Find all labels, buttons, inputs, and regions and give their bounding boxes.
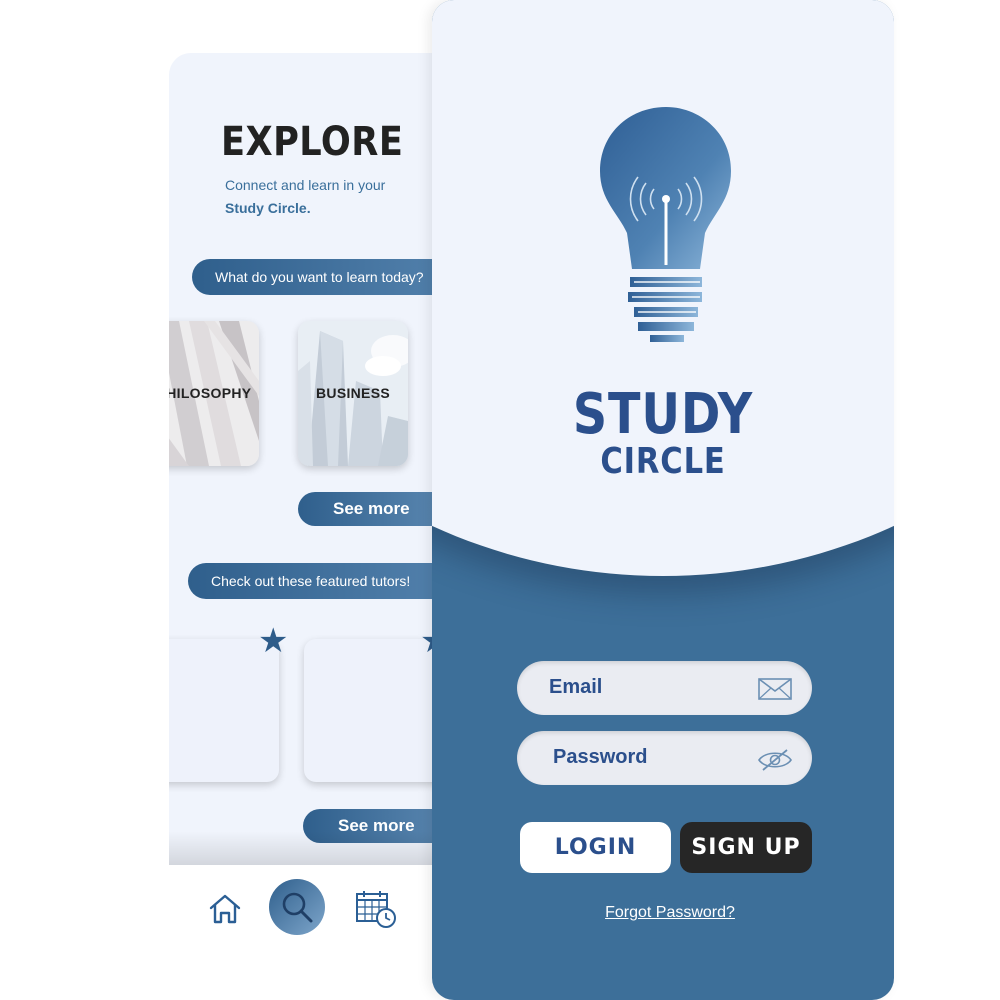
category-card-business[interactable]: BUSINESS: [298, 321, 408, 466]
login-screen: STUDY CIRCLE Email Password LOGIN SIGN U…: [432, 0, 894, 1000]
learn-prompt-text: What do you want to learn today?: [215, 269, 424, 285]
calendar-clock-icon[interactable]: [355, 889, 397, 929]
brand-subtitle: CIRCLE: [600, 441, 726, 482]
explore-subtitle-brand: Study Circle.: [225, 200, 311, 216]
search-icon: [282, 892, 313, 923]
explore-screen: EXPLORE Connect and learn in your Study …: [169, 53, 469, 1000]
password-placeholder: Password: [553, 746, 648, 768]
forgot-password-link[interactable]: Forgot Password?: [432, 904, 894, 922]
category-card-philosophy[interactable]: PHILOSOPHY: [169, 321, 259, 466]
email-placeholder: Email: [549, 676, 603, 698]
featured-tutors-banner: Check out these featured tutors!: [188, 563, 469, 599]
signup-button[interactable]: SIGN UP: [680, 822, 812, 873]
tutor-card[interactable]: [169, 639, 279, 782]
lightbulb-logo-icon: [600, 107, 731, 342]
category-label-business: BUSINESS: [316, 385, 390, 401]
password-field[interactable]: Password: [517, 731, 812, 785]
envelope-icon: [758, 678, 792, 700]
explore-subtitle: Connect and learn in your: [225, 177, 386, 193]
search-nav-button[interactable]: [269, 879, 325, 935]
explore-title: EXPLORE: [221, 119, 404, 165]
email-field[interactable]: Email: [517, 661, 812, 715]
brand-title: STUDY: [572, 382, 754, 447]
eye-slash-icon[interactable]: [757, 748, 793, 772]
bottom-navigation: [169, 865, 469, 1000]
category-label-philosophy: PHILOSOPHY: [169, 385, 252, 401]
star-icon: ★: [258, 622, 289, 660]
home-icon[interactable]: [207, 891, 243, 927]
nav-shadow: [169, 831, 469, 867]
learn-prompt-banner: What do you want to learn today?: [192, 259, 469, 295]
login-button[interactable]: LOGIN: [520, 822, 671, 873]
featured-tutors-text: Check out these featured tutors!: [211, 573, 411, 589]
